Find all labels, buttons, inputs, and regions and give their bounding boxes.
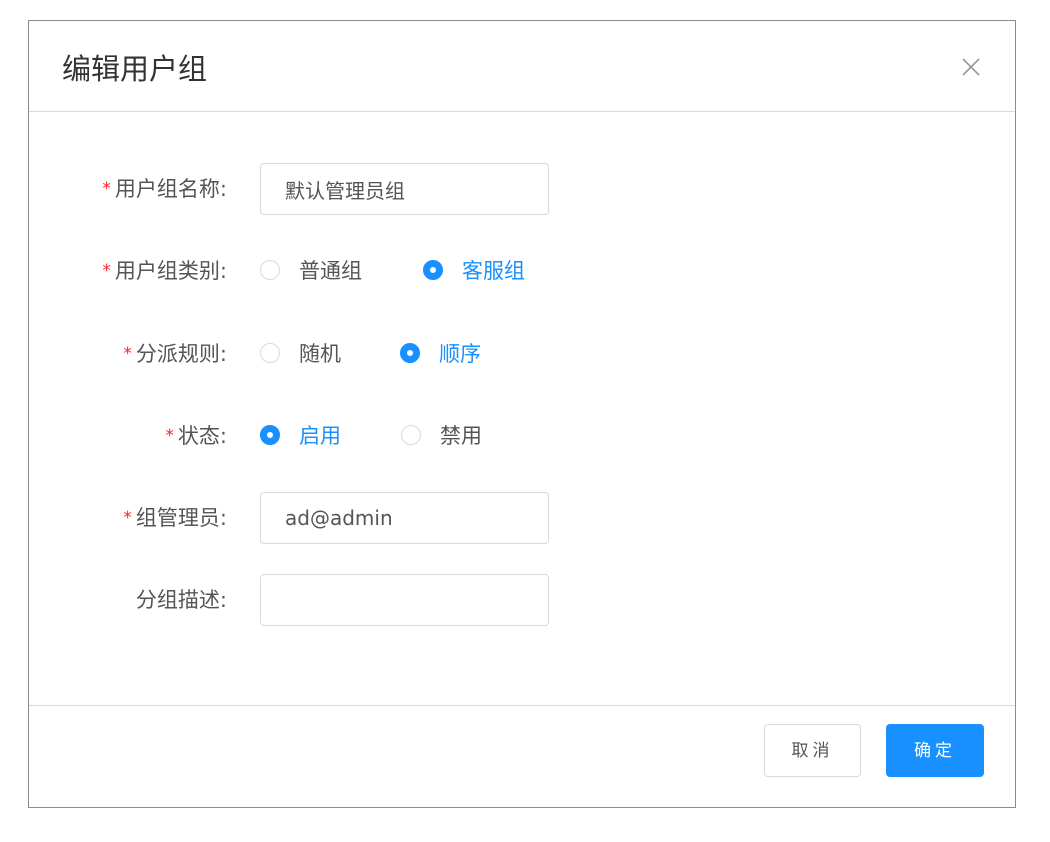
- group-desc-input[interactable]: [260, 574, 549, 626]
- group-admin-input[interactable]: [260, 492, 549, 544]
- radio-circle[interactable]: [401, 425, 421, 445]
- confirm-button[interactable]: 确定: [886, 724, 984, 777]
- group-desc-label: 分组描述:: [135, 588, 227, 612]
- form-row-group-admin: * 组管理员:: [29, 492, 1015, 544]
- radio-circle[interactable]: [260, 260, 280, 280]
- close-icon[interactable]: [961, 57, 981, 77]
- required-mark: *: [102, 261, 111, 281]
- dialog-footer: 取消 确定: [29, 705, 1015, 809]
- required-mark: *: [165, 426, 174, 446]
- status-label: * 状态:: [165, 424, 227, 448]
- edit-user-group-dialog: 编辑用户组 *用户组名称: *用户组类别: 普通组 客服组 *分派规则:: [28, 20, 1016, 808]
- radio-circle[interactable]: [260, 343, 280, 363]
- form-row-group-desc: 分组描述:: [29, 574, 1015, 626]
- group-name-label: * 用户组名称:: [102, 177, 227, 201]
- group-name-input[interactable]: [260, 163, 549, 215]
- form-row-group-name: * 用户组名称:: [29, 163, 1015, 215]
- dialog-title: 编辑用户组: [62, 52, 208, 86]
- required-mark: *: [102, 179, 111, 199]
- radio-label: 随机: [299, 342, 341, 366]
- cancel-button[interactable]: 取消: [764, 724, 861, 777]
- radio-circle-checked[interactable]: [400, 343, 420, 363]
- group-type-label: * 用户组类别:: [102, 259, 227, 283]
- radio-label: 客服组: [462, 259, 525, 283]
- form-row-dispatch-rule: * 分派规则: 随机 顺序: [29, 328, 1015, 380]
- radio-circle-checked[interactable]: [423, 260, 443, 280]
- radio-label: 顺序: [439, 342, 481, 366]
- dialog-header: 编辑用户组: [29, 21, 1015, 112]
- group-admin-label: * 组管理员:: [123, 506, 227, 530]
- radio-circle-checked[interactable]: [260, 425, 280, 445]
- radio-label: 普通组: [299, 259, 362, 283]
- required-mark: *: [123, 508, 132, 528]
- form-row-status: * 状态: 启用 禁用: [29, 410, 1015, 462]
- form-row-group-type: * 用户组类别: 普通组 客服组: [29, 245, 1015, 297]
- dispatch-rule-label: * 分派规则:: [123, 342, 227, 366]
- radio-label: 禁用: [440, 424, 482, 448]
- radio-label: 启用: [299, 424, 341, 448]
- required-mark: *: [123, 344, 132, 364]
